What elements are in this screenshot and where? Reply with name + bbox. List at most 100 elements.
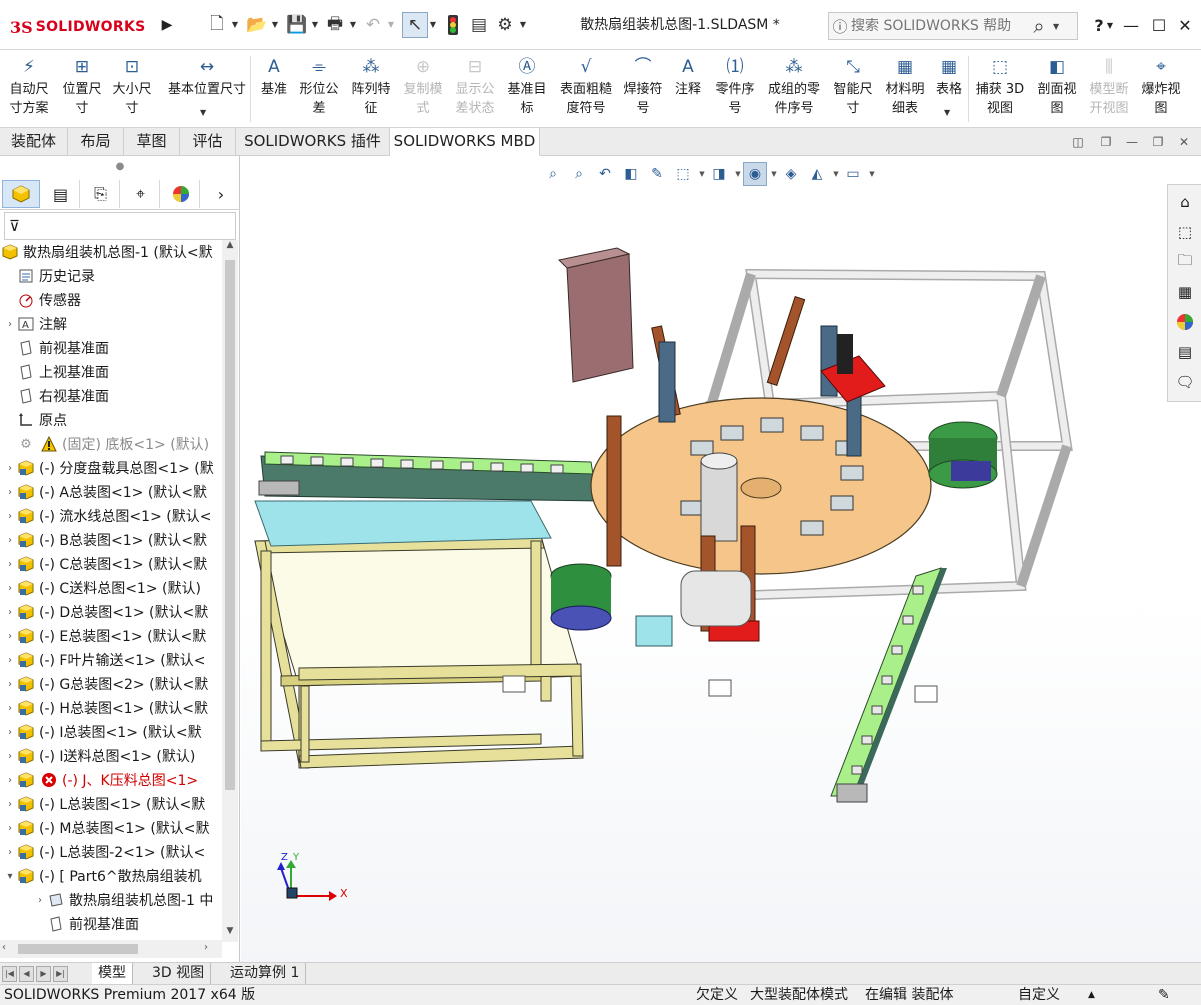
new-document-icon[interactable]: 🗋 <box>204 12 230 38</box>
tree-item[interactable]: › (-) 分度盘载具总图<1> (默 <box>0 456 222 480</box>
tree-item[interactable]: › (-) C总装图<1> (默认<默 <box>0 552 222 576</box>
expand-arrow-icon[interactable]: ▾ <box>4 871 16 882</box>
prev-tab-icon[interactable]: ◀ <box>19 966 34 982</box>
ribbon-button-1[interactable]: ⚡ 自动尺 寸方案 <box>4 54 54 124</box>
ribbon-button-19[interactable]: ⬚ 捕获 3D 视图 <box>972 54 1028 124</box>
open-folder-icon[interactable]: 📂 <box>244 12 270 38</box>
tab-6[interactable]: SOLIDWORKS MBD <box>390 128 540 156</box>
save-icon[interactable]: 💾 <box>284 12 310 38</box>
scroll-up-icon[interactable]: ▲ <box>222 240 238 256</box>
doc-cascade-icon[interactable]: ❐ <box>1094 132 1118 152</box>
units-dropdown-icon[interactable]: ▲ <box>1088 985 1095 1005</box>
tree-item[interactable]: › 散热扇组装机总图-1 中 <box>0 888 222 912</box>
expand-arrow-icon[interactable]: › <box>4 703 16 714</box>
edit-appearance-icon[interactable]: ◈ <box>779 162 803 186</box>
previous-view-icon[interactable]: ↶ <box>593 162 617 186</box>
expand-arrow-icon[interactable]: › <box>4 559 16 570</box>
doc-minimize-icon[interactable]: — <box>1120 132 1144 152</box>
scroll-thumb[interactable] <box>225 260 235 790</box>
menu-expand-arrow-icon[interactable]: ▶ <box>160 12 174 38</box>
options-gear-icon[interactable]: ⚙ <box>492 12 518 38</box>
ribbon-button-16[interactable]: ⤡ 智能尺 寸 <box>828 54 878 124</box>
expand-arrow-icon[interactable]: › <box>4 751 16 762</box>
tree-filter[interactable]: ⊽ <box>4 212 236 240</box>
ribbon-button-11[interactable]: √ 表面粗糙 度符号 <box>556 54 616 124</box>
tree-item[interactable]: › (-) E总装图<1> (默认<默 <box>0 624 222 648</box>
tree-item[interactable]: 原点 <box>0 408 222 432</box>
tree-item[interactable]: › (-) B总装图<1> (默认<默 <box>0 528 222 552</box>
hscroll-thumb[interactable] <box>18 944 138 954</box>
tree-item[interactable]: › (-) I送料总图<1> (默认) <box>0 744 222 768</box>
display-style-dropdown-icon[interactable]: ▼ <box>733 170 743 178</box>
tree-vertical-scrollbar[interactable]: ▲ ▼ <box>222 240 238 942</box>
filter-icon[interactable]: ⊽ <box>9 217 20 235</box>
view-settings-icon[interactable]: ▭ <box>841 162 865 186</box>
search-input[interactable] <box>851 18 1025 34</box>
apply-scene-icon[interactable]: ◭ <box>805 162 829 186</box>
tree-item[interactable]: 前视基准面 <box>0 336 222 360</box>
first-tab-icon[interactable]: |◀ <box>2 966 17 982</box>
options-dropdown-icon[interactable]: ▼ <box>518 12 528 38</box>
help-search-box[interactable]: ⓘ ⌕ ▼ <box>828 12 1078 40</box>
tree-item[interactable]: › (-) D总装图<1> (默认<默 <box>0 600 222 624</box>
expand-arrow-icon[interactable]: › <box>4 511 16 522</box>
next-tab-icon[interactable]: ▶ <box>36 966 51 982</box>
tree-item[interactable]: › (-) M总装图<1> (默认<默 <box>0 816 222 840</box>
appearances-icon[interactable] <box>1172 309 1198 335</box>
graphics-area[interactable]: X Y Z ⌕ ⌕ ↶ ◧ ✎ ⬚ ▼ ◨ ▼ ◉ ▼ ◈ ◭ ▼ ▭ ▼ ⌂ … <box>241 156 1201 962</box>
tree-item[interactable]: 上视基准面 <box>0 360 222 384</box>
ribbon-button-8[interactable]: ⊕ 复制模 式 <box>398 54 448 124</box>
scroll-left-icon[interactable]: ‹ <box>2 942 6 953</box>
ribbon-button-5[interactable]: A 基准 <box>256 54 292 124</box>
hide-show-items-icon[interactable]: ◉ <box>743 162 767 186</box>
tree-item[interactable]: › (-) I总装图<1> (默认<默 <box>0 720 222 744</box>
ribbon-button-2[interactable]: ⊞ 位置尺 寸 <box>58 54 106 124</box>
ribbon-button-7[interactable]: ⁂ 阵列特 征 <box>346 54 396 124</box>
tree-horizontal-scrollbar[interactable]: ‹ › <box>0 940 222 958</box>
ribbon-button-4[interactable]: ↔ 基本位置尺寸 <box>162 54 252 124</box>
bottom-tab-3[interactable]: 运动算例 1 <box>224 963 307 985</box>
dimxpert-manager-tab-icon[interactable]: ⌖ <box>122 180 160 208</box>
tab-5[interactable]: SOLIDWORKS 插件 <box>236 128 390 156</box>
expand-arrow-icon[interactable]: › <box>4 775 16 786</box>
units-status[interactable]: 自定义 <box>1018 985 1060 1005</box>
solidworks-forum-icon[interactable]: 🗨 <box>1172 369 1198 395</box>
expand-arrow-icon[interactable]: › <box>4 799 16 810</box>
tab-3[interactable]: 草图 <box>124 128 180 156</box>
undo-icon[interactable]: ↶ <box>360 12 386 38</box>
tree-item[interactable]: 右视基准面 <box>0 384 222 408</box>
tree-item[interactable]: 传感器 <box>0 288 222 312</box>
select-dropdown-icon[interactable]: ▼ <box>428 12 438 38</box>
view-settings-dropdown-icon[interactable]: ▼ <box>867 170 877 178</box>
search-dropdown-icon[interactable]: ▼ <box>1053 22 1067 31</box>
zoom-to-area-icon[interactable]: ⌕ <box>567 162 591 186</box>
tree-item[interactable]: › (-) L总装图<1> (默认<默 <box>0 792 222 816</box>
doc-close-icon[interactable]: ✕ <box>1172 132 1196 152</box>
dynamic-annotation-icon[interactable]: ✎ <box>645 162 669 186</box>
scroll-right-icon[interactable]: › <box>204 942 208 953</box>
tree-item[interactable]: › A 注解 <box>0 312 222 336</box>
bottom-tab-1[interactable]: 模型 <box>92 963 133 985</box>
print-icon[interactable]: 🖶 <box>322 12 348 38</box>
tree-item[interactable]: › (-) G总装图<2> (默认<默 <box>0 672 222 696</box>
expand-arrow-icon[interactable]: › <box>4 655 16 666</box>
ribbon-button-6[interactable]: ⌯ 形位公 差 <box>294 54 344 124</box>
property-manager-tab-icon[interactable]: ▤ <box>42 180 80 208</box>
display-style-icon[interactable]: ◨ <box>707 162 731 186</box>
tree-item[interactable]: › (-) 流水线总图<1> (默认< <box>0 504 222 528</box>
ribbon-button-14[interactable]: ⑴ 零件序 号 <box>710 54 760 124</box>
print-dropdown-icon[interactable]: ▼ <box>348 12 358 38</box>
undo-dropdown-icon[interactable]: ▼ <box>386 12 396 38</box>
minimize-icon[interactable]: — <box>1116 10 1146 40</box>
expand-arrow-icon[interactable]: › <box>4 487 16 498</box>
tree-item[interactable]: ▾ (-) [ Part6^散热扇组装机 <box>0 864 222 888</box>
expand-arrow-icon[interactable]: › <box>4 463 16 474</box>
tree-item[interactable]: › (-) C送料总图<1> (默认) <box>0 576 222 600</box>
ribbon-button-22[interactable]: ⌖ 爆炸视 图 <box>1136 54 1186 124</box>
view-orientation-dropdown-icon[interactable]: ▼ <box>697 170 707 178</box>
expand-arrow-icon[interactable]: › <box>4 319 16 330</box>
section-view-icon[interactable]: ◧ <box>619 162 643 186</box>
doc-restore-icon[interactable]: ❐ <box>1146 132 1170 152</box>
search-icon[interactable]: ⌕ <box>1025 14 1053 38</box>
ribbon-button-21[interactable]: ⫼ 模型断 开视图 <box>1084 54 1134 124</box>
